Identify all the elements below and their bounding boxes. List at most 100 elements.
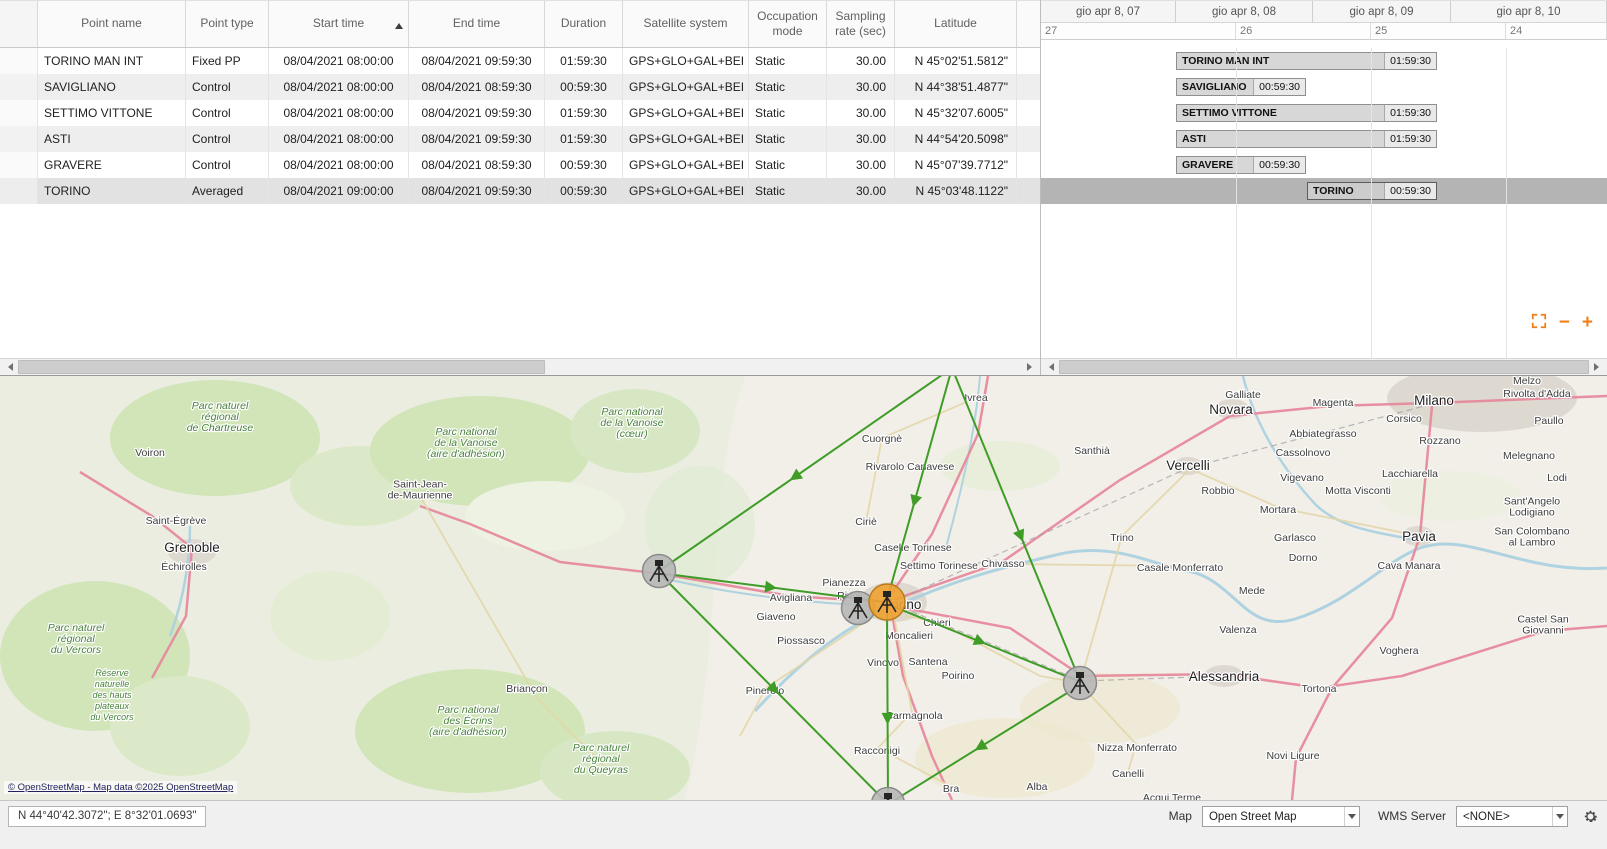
cell-sampling_rate: 30.00 — [827, 152, 895, 178]
scroll-left-button[interactable] — [0, 359, 17, 375]
occupation-bar-torino-man-int[interactable]: TORINO MAN INT01:59:30 — [1176, 52, 1437, 70]
row-header[interactable] — [0, 74, 38, 100]
occupation-bar-settimo-vittone[interactable]: SETTIMO VITTONE01:59:30 — [1176, 104, 1437, 122]
row-header[interactable] — [0, 100, 38, 126]
cell-point_type: Control — [186, 126, 269, 152]
map-label: Ciriè — [855, 516, 877, 528]
column-header-duration[interactable]: Duration — [545, 1, 623, 47]
fit-view-button[interactable] — [1531, 313, 1547, 332]
row-header[interactable] — [0, 152, 38, 178]
occupation-bar-asti[interactable]: ASTI 01:59:30 — [1176, 130, 1437, 148]
cell-sampling_rate: 30.00 — [827, 48, 895, 74]
table-row-savigliano[interactable]: SAVIGLIANOControl08/04/2021 08:00:0008/0… — [0, 74, 1040, 100]
map-label: Mede — [1239, 585, 1265, 597]
row-header[interactable] — [0, 126, 38, 152]
map-label: Corsico — [1386, 413, 1422, 425]
timeline-row-asti[interactable]: ASTI 01:59:30 — [1041, 126, 1607, 152]
cell-latitude: N 45°32'07.6005" — [895, 100, 1017, 126]
map-label: Briançon — [506, 683, 548, 695]
timeline-row-settimo-vittone[interactable]: SETTIMO VITTONE01:59:30 — [1041, 100, 1607, 126]
chevron-down-icon[interactable] — [1344, 807, 1359, 826]
station-marker-torino[interactable] — [869, 584, 905, 620]
map-label: Ivrea — [964, 392, 988, 404]
row-header[interactable] — [0, 48, 38, 74]
map[interactable]: VoironParc naturelrégionalde ChartreuseP… — [0, 376, 1607, 800]
scroll-thumb[interactable] — [1059, 360, 1589, 374]
timeline-row-torino-man-int[interactable]: TORINO MAN INT01:59:30 — [1041, 48, 1607, 74]
timeline-date-2: gio apr 8, 09 — [1313, 1, 1451, 22]
column-header-point_type[interactable]: Point type — [186, 1, 269, 47]
wms-server-select[interactable]: <NONE> — [1456, 806, 1568, 827]
cell-end_time: 08/04/2021 09:59:30 — [409, 126, 545, 152]
chevron-down-icon[interactable] — [1552, 807, 1567, 826]
cell-point_type: Control — [186, 74, 269, 100]
map-label: Vercelli — [1166, 458, 1210, 473]
timeline-row-savigliano[interactable]: SAVIGLIANO00:59:30 — [1041, 74, 1607, 100]
zoom-out-button[interactable]: − — [1559, 315, 1570, 331]
cell-end_time: 08/04/2021 08:59:30 — [409, 152, 545, 178]
map-label: Robbio — [1201, 485, 1234, 497]
table-row-torino[interactable]: TORINOAveraged08/04/2021 09:00:0008/04/2… — [0, 178, 1040, 204]
column-header-point_name[interactable]: Point name — [38, 1, 186, 47]
table-row-asti[interactable]: ASTIControl08/04/2021 08:00:0008/04/2021… — [0, 126, 1040, 152]
occupation-bar-torino[interactable]: TORINO00:59:30 — [1307, 182, 1437, 200]
column-header-end_time[interactable]: End time — [409, 1, 545, 47]
map-label: Pinerolo — [746, 685, 785, 697]
cell-start_time: 08/04/2021 08:00:00 — [269, 100, 409, 126]
column-header-latitude[interactable]: Latitude — [895, 1, 1017, 47]
occupation-bar-savigliano[interactable]: SAVIGLIANO00:59:30 — [1176, 78, 1306, 96]
row-header[interactable] — [0, 178, 38, 204]
scroll-right-button[interactable] — [1590, 359, 1607, 375]
map-label: Melzo — [1513, 376, 1541, 387]
timeline-tick-row: 27262524 — [1041, 23, 1607, 40]
map-label: Voghera — [1379, 645, 1418, 657]
cell-point_type: Fixed PP — [186, 48, 269, 74]
timeline-tick-0: 27 — [1041, 23, 1236, 39]
top-section: Point namePoint typeStart timeEnd timeDu… — [0, 0, 1607, 376]
bar-duration: 01:59:30 — [1384, 105, 1436, 121]
timeline-gridline — [1236, 48, 1237, 358]
timeline-hscrollbar[interactable] — [1041, 358, 1607, 375]
station-marker-gravere[interactable] — [643, 555, 676, 588]
zoom-in-button[interactable]: + — [1582, 315, 1593, 331]
occupation-bar-gravere[interactable]: GRAVERE00:59:30 — [1176, 156, 1306, 174]
bar-label: SAVIGLIANO — [1177, 81, 1252, 93]
cell-point_name: SETTIMO VITTONE — [38, 100, 186, 126]
map-label: Chivasso — [981, 558, 1024, 570]
scroll-thumb[interactable] — [18, 360, 545, 374]
timeline-row-torino[interactable]: TORINO00:59:30 — [1041, 178, 1607, 204]
column-header-start_time[interactable]: Start time — [269, 1, 409, 47]
table-row-gravere[interactable]: GRAVEREControl08/04/2021 08:00:0008/04/2… — [0, 152, 1040, 178]
cell-duration: 00:59:30 — [545, 152, 623, 178]
map-source-select[interactable]: Open Street Map — [1202, 806, 1360, 827]
cell-end_time: 08/04/2021 09:59:30 — [409, 178, 545, 204]
table-row-torino-man-int[interactable]: TORINO MAN INTFixed PP08/04/2021 08:00:0… — [0, 48, 1040, 74]
cell-sampling_rate: 30.00 — [827, 178, 895, 204]
column-header-satellite_system[interactable]: Satellite system — [623, 1, 749, 47]
bar-label: ASTI — [1177, 133, 1211, 145]
bar-duration: 01:59:30 — [1384, 131, 1436, 147]
column-header-sampling_rate[interactable]: Sampling rate (sec) — [827, 1, 895, 47]
cell-satellite_system: GPS+GLO+GAL+BEI — [623, 152, 749, 178]
cell-sampling_rate: 30.00 — [827, 74, 895, 100]
station-marker-asti[interactable] — [1064, 667, 1097, 700]
row-header-corner — [0, 1, 38, 47]
timeline-date-3: gio apr 8, 10 — [1451, 1, 1607, 22]
scroll-right-arrow-icon — [1027, 363, 1036, 371]
table-hscrollbar[interactable] — [0, 358, 1040, 375]
cell-point_name: SAVIGLIANO — [38, 74, 186, 100]
row-filler — [1017, 152, 1040, 178]
bar-duration: 00:59:30 — [1253, 157, 1305, 173]
timeline-row-gravere[interactable]: GRAVERE00:59:30 — [1041, 152, 1607, 178]
table-row-settimo-vittone[interactable]: SETTIMO VITTONEControl08/04/2021 08:00:0… — [0, 100, 1040, 126]
bar-duration: 00:59:30 — [1384, 183, 1436, 199]
map-label: Acqui Terme — [1143, 792, 1201, 800]
map-settings-button[interactable] — [1582, 806, 1599, 827]
cell-duration: 01:59:30 — [545, 126, 623, 152]
column-header-occupation_mode[interactable]: Occupation mode — [749, 1, 827, 47]
points-table-panel: Point namePoint typeStart timeEnd timeDu… — [0, 0, 1041, 375]
scroll-right-button[interactable] — [1023, 359, 1040, 375]
row-filler — [1017, 126, 1040, 152]
baseline-vector[interactable] — [887, 604, 888, 800]
scroll-left-button[interactable] — [1041, 359, 1058, 375]
